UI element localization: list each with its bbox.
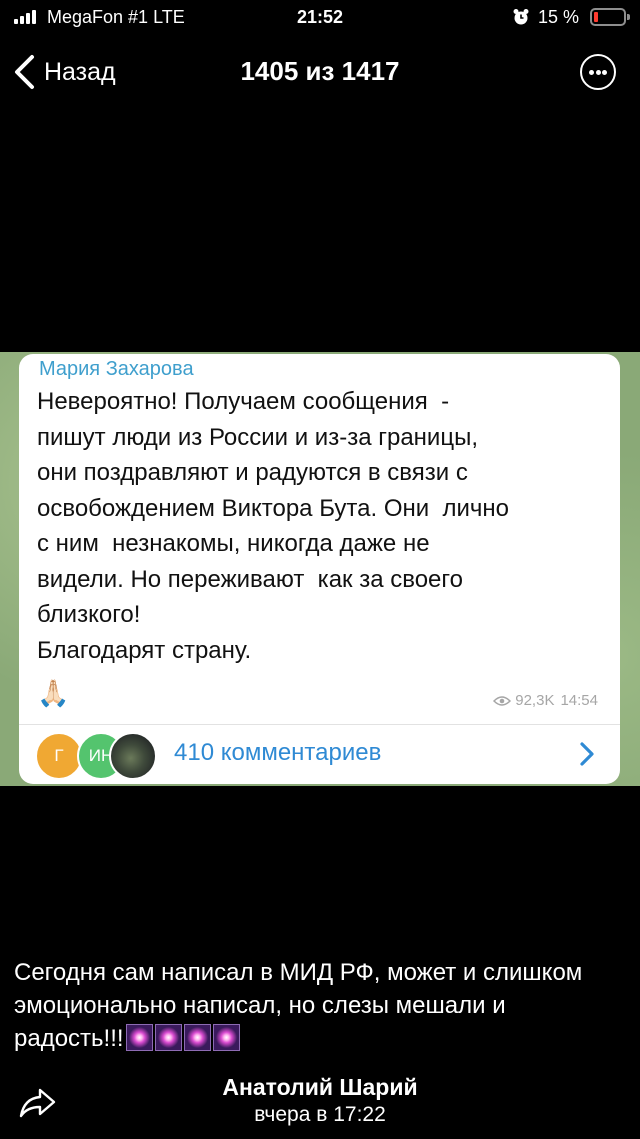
chevron-right-icon bbox=[580, 742, 594, 766]
message-time: 14:54 bbox=[560, 692, 598, 709]
status-bar: MegaFon #1 LTE 21:52 15 % bbox=[0, 0, 640, 36]
message-text: Невероятно! Получаем сообщения - пишут л… bbox=[37, 388, 510, 664]
more-options-button[interactable] bbox=[580, 54, 616, 90]
fireworks-emoji bbox=[125, 1024, 153, 1051]
commenter-avatar: Г bbox=[35, 732, 83, 780]
message-bubble: Мария Захарова Невероятно! Получаем сооб… bbox=[19, 354, 620, 784]
message-author: Мария Захарова bbox=[39, 358, 194, 380]
battery-fill bbox=[594, 12, 598, 22]
fireworks-emoji bbox=[183, 1024, 211, 1051]
praying-hands-emoji: 🙏🏻 bbox=[37, 678, 70, 708]
battery-icon bbox=[590, 8, 630, 26]
commenter-avatar bbox=[109, 732, 157, 780]
message-meta: 92,3K 14:54 bbox=[493, 692, 598, 709]
battery-percent: 15 % bbox=[538, 7, 580, 27]
alarm-clock-icon bbox=[513, 9, 529, 25]
fireworks-emoji bbox=[212, 1024, 240, 1051]
fireworks-emoji bbox=[154, 1024, 182, 1051]
comments-count-label: 410 комментариев bbox=[174, 739, 382, 766]
eye-icon bbox=[493, 695, 512, 706]
navigation-bar: Назад 1405 из 1417 bbox=[0, 48, 640, 98]
post-screenshot-image: Мария Захарова Невероятно! Получаем сооб… bbox=[0, 352, 640, 786]
views-count: 92,3K bbox=[515, 692, 555, 709]
comments-row: Г ИН 410 комментариев bbox=[19, 725, 620, 784]
sent-time: вчера в 17:22 bbox=[254, 1103, 386, 1126]
sender-name: Анатолий Шарий bbox=[222, 1074, 418, 1100]
photo-caption: Сегодня сам написал в МИД РФ, может и сл… bbox=[14, 956, 614, 1055]
caption-text: Сегодня сам написал в МИД РФ, может и сл… bbox=[14, 959, 583, 1052]
page-title: 1405 из 1417 bbox=[240, 56, 400, 86]
